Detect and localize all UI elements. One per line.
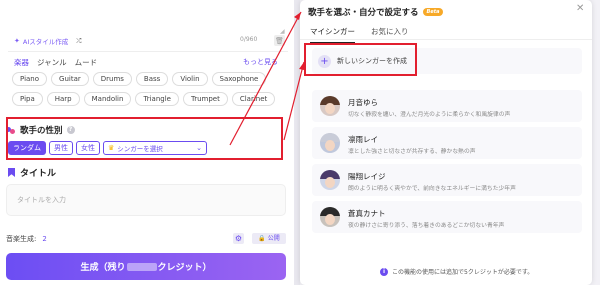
singer-card[interactable]: 月音ゆら 切なく静寂を纏い、澄んだ月光のように柔らかく和風旋律の声: [312, 90, 582, 122]
singer-gender-highlight: [6, 117, 283, 160]
ai-style-label: AIスタイル作成: [22, 38, 69, 46]
generation-label: 音楽生成:: [6, 235, 37, 243]
chip-row-2: Pipa Harp Mandolin Triangle Trumpet Clar…: [12, 92, 276, 106]
popup-title: 歌手を選ぶ・自分で設定する Beta: [308, 6, 444, 18]
singer-name: 凛雨レイ: [348, 135, 378, 144]
divider: [8, 51, 288, 52]
singer-name: 陽翔レイジ: [348, 172, 386, 181]
info-icon: i: [380, 267, 388, 276]
create-singer-highlight: [304, 43, 417, 76]
lyrics-toolbar: ✦ AIスタイル作成 ⤮: [14, 36, 81, 47]
gear-icon[interactable]: ⚙: [233, 233, 244, 244]
lyrics-editor[interactable]: ◢ ✦ AIスタイル作成 ⤮ 0/960 🗑: [8, 0, 288, 50]
bookmark-icon: [8, 168, 15, 177]
chip-mandolin[interactable]: Mandolin: [83, 92, 132, 106]
chip-bass[interactable]: Bass: [135, 72, 169, 86]
chip-trumpet[interactable]: Trumpet: [182, 92, 228, 106]
singer-description: 切なく静寂を纏い、澄んだ月光のように柔らかく和風旋律の声: [348, 112, 511, 118]
title-input-wrapper: [6, 184, 286, 216]
divider: [300, 39, 592, 40]
credits-redacted: [126, 262, 157, 271]
chip-piano[interactable]: Piano: [12, 72, 48, 86]
popup-title-text: 歌手を選ぶ・自分で設定する: [308, 8, 419, 18]
credit-notice-text: この機能の使用には追加で5クレジットが必要です。: [392, 269, 534, 276]
tab-my-singers[interactable]: マイシンガー: [310, 26, 355, 44]
sparkle-icon: ✦: [14, 37, 20, 45]
generate-button[interactable]: 生成（残り クレジット）: [6, 253, 286, 280]
chip-saxophone[interactable]: Saxophone: [211, 72, 267, 86]
tab-mood[interactable]: ムード: [75, 57, 98, 68]
singer-description: 朗のように明るく爽やかで、前向きなエネルギーに満ちた少年声: [348, 186, 516, 192]
singer-card[interactable]: 陽翔レイジ 朗のように明るく爽やかで、前向きなエネルギーに満ちた少年声: [312, 164, 582, 196]
generation-count-value: 2: [42, 235, 47, 243]
trash-icon[interactable]: 🗑: [274, 35, 285, 46]
music-generator-panel: ◢ ✦ AIスタイル作成 ⤮ 0/960 🗑 楽器 ジャンル ムード もっと見る…: [0, 0, 296, 285]
singer-name: 蒼真カナト: [348, 209, 386, 218]
singer-card[interactable]: 凛雨レイ 凛とした強さと切なさが共存する、静かな熱の声: [312, 127, 582, 159]
chip-pipa[interactable]: Pipa: [12, 92, 43, 106]
chip-violin[interactable]: Violin: [172, 72, 208, 86]
singer-name: 月音ゆら: [348, 98, 378, 107]
title-heading: タイトル: [8, 166, 56, 179]
close-icon[interactable]: ✕: [576, 3, 584, 14]
character-counter: 0/960: [240, 36, 258, 43]
singer-description: 夜の静けさに寄り添う、落ち着きのあるどこか切ない青年声: [348, 223, 505, 229]
avatar: [320, 133, 340, 153]
generate-suffix: クレジット）: [157, 263, 212, 273]
tab-favorites[interactable]: お気に入り: [371, 26, 409, 44]
resize-handle-icon[interactable]: ◢: [280, 28, 285, 35]
tab-genre[interactable]: ジャンル: [37, 57, 67, 68]
chip-row-1: Piano Guitar Drums Bass Violin Saxophone: [12, 72, 267, 86]
tab-instrument[interactable]: 楽器: [14, 57, 29, 68]
avatar: [320, 170, 340, 190]
shuffle-icon[interactable]: ⤮: [76, 37, 81, 46]
more-link[interactable]: もっと見る: [243, 57, 278, 67]
credit-notice: i この機能の使用には追加で5クレジットが必要です。: [380, 267, 533, 276]
style-tabs: 楽器 ジャンル ムード: [14, 57, 97, 68]
chip-drums[interactable]: Drums: [92, 72, 132, 86]
avatar: [320, 96, 340, 116]
beta-badge: Beta: [422, 8, 444, 16]
ai-style-button[interactable]: ✦ AIスタイル作成: [14, 36, 68, 46]
generation-count: 音楽生成: 2: [6, 234, 47, 244]
avatar: [320, 207, 340, 227]
public-label: 公開: [267, 235, 280, 242]
singer-description: 凛とした強さと切なさが共存する、静かな熱の声: [348, 149, 476, 155]
chip-guitar[interactable]: Guitar: [51, 72, 89, 86]
chip-clarinet[interactable]: Clarinet: [231, 92, 276, 106]
title-label: タイトル: [20, 169, 57, 179]
chip-triangle[interactable]: Triangle: [135, 92, 179, 106]
generate-prefix: 生成（残り: [80, 263, 126, 273]
chip-harp[interactable]: Harp: [46, 92, 80, 106]
singer-select-popup: 歌手を選ぶ・自分で設定する Beta ✕ マイシンガー お気に入り + 新しいシ…: [300, 0, 592, 285]
popup-tabs: マイシンガー お気に入り: [310, 26, 409, 44]
public-toggle-button[interactable]: 🔒 公開: [252, 233, 286, 244]
singer-card[interactable]: 蒼真カナト 夜の静けさに寄り添う、落ち着きのあるどこか切ない青年声: [312, 201, 582, 233]
title-input[interactable]: [7, 185, 285, 215]
